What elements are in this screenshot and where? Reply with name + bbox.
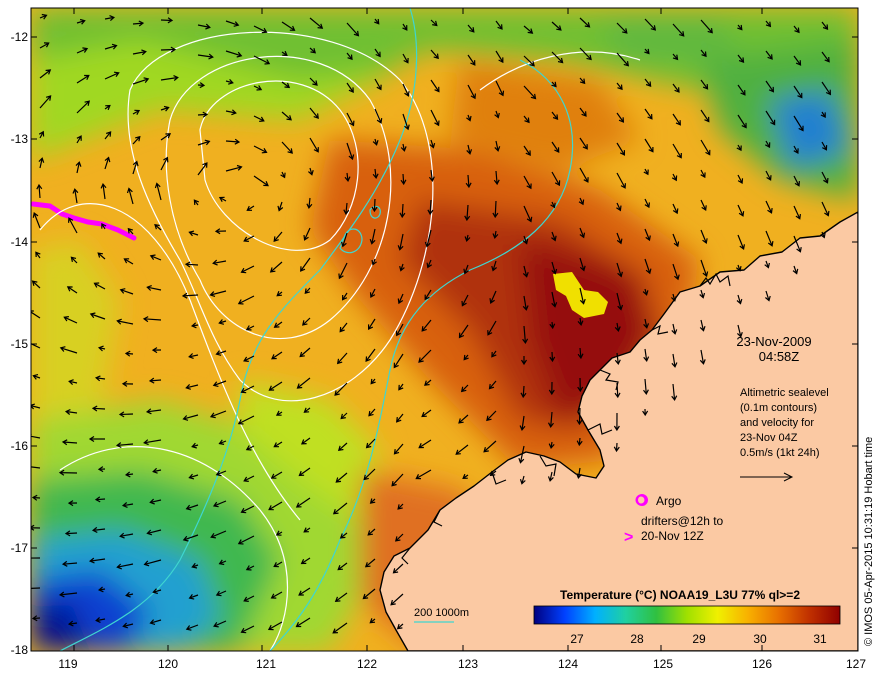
description-line-3: and velocity for [740, 417, 814, 429]
sst-map-figure: 119 120 121 122 123 124 125 126 127 -12 … [11, 7, 875, 671]
lat-label-16: -16 [11, 439, 29, 453]
lon-label-124: 124 [558, 657, 578, 671]
lat-label-18: -18 [11, 643, 29, 657]
lat-label-12: -12 [11, 30, 29, 44]
lon-label-121: 121 [256, 657, 276, 671]
description-line-4: 23-Nov 04Z [740, 432, 798, 444]
colorbar-title: Temperature (°C) NOAA19_L3U 77% ql>=2 [560, 588, 800, 602]
map-date: 23-Nov-2009 [736, 334, 811, 349]
description-line-5: 0.5m/s (1kt 24h) [740, 447, 819, 459]
drifters-line-2: 20-Nov 12Z [641, 529, 704, 543]
lat-label-14: -14 [11, 235, 29, 249]
lon-label-127: 127 [846, 657, 866, 671]
argo-label: Argo [656, 494, 682, 508]
depth-legend-label: 200 1000m [414, 607, 469, 619]
colorbar [533, 605, 841, 625]
drifters-line-1: drifters@12h to [641, 514, 724, 528]
lon-label-122: 122 [357, 657, 377, 671]
lat-label-13: -13 [11, 132, 29, 146]
colorbar-tick-27: 27 [570, 632, 584, 646]
lon-label-126: 126 [752, 657, 772, 671]
credit-text: © IMOS 05-Apr-2015 10:31:19 Hobart time [863, 437, 875, 646]
lon-label-123: 123 [458, 657, 478, 671]
lat-label-15: -15 [11, 337, 29, 351]
description-line-2: (0.1m contours) [740, 402, 817, 414]
drifter-legend-icon: > [624, 529, 633, 546]
map-time: 04:58Z [759, 349, 800, 364]
lat-label-17: -17 [11, 541, 29, 555]
description-line-1: Altimetric sealevel [740, 387, 829, 399]
lon-label-119: 119 [58, 657, 77, 671]
lon-label-120: 120 [158, 657, 178, 671]
colorbar-tick-29: 29 [692, 632, 706, 646]
colorbar-tick-30: 30 [753, 632, 767, 646]
colorbar-tick-31: 31 [813, 632, 827, 646]
lon-label-125: 125 [653, 657, 673, 671]
colorbar-tick-28: 28 [630, 632, 644, 646]
